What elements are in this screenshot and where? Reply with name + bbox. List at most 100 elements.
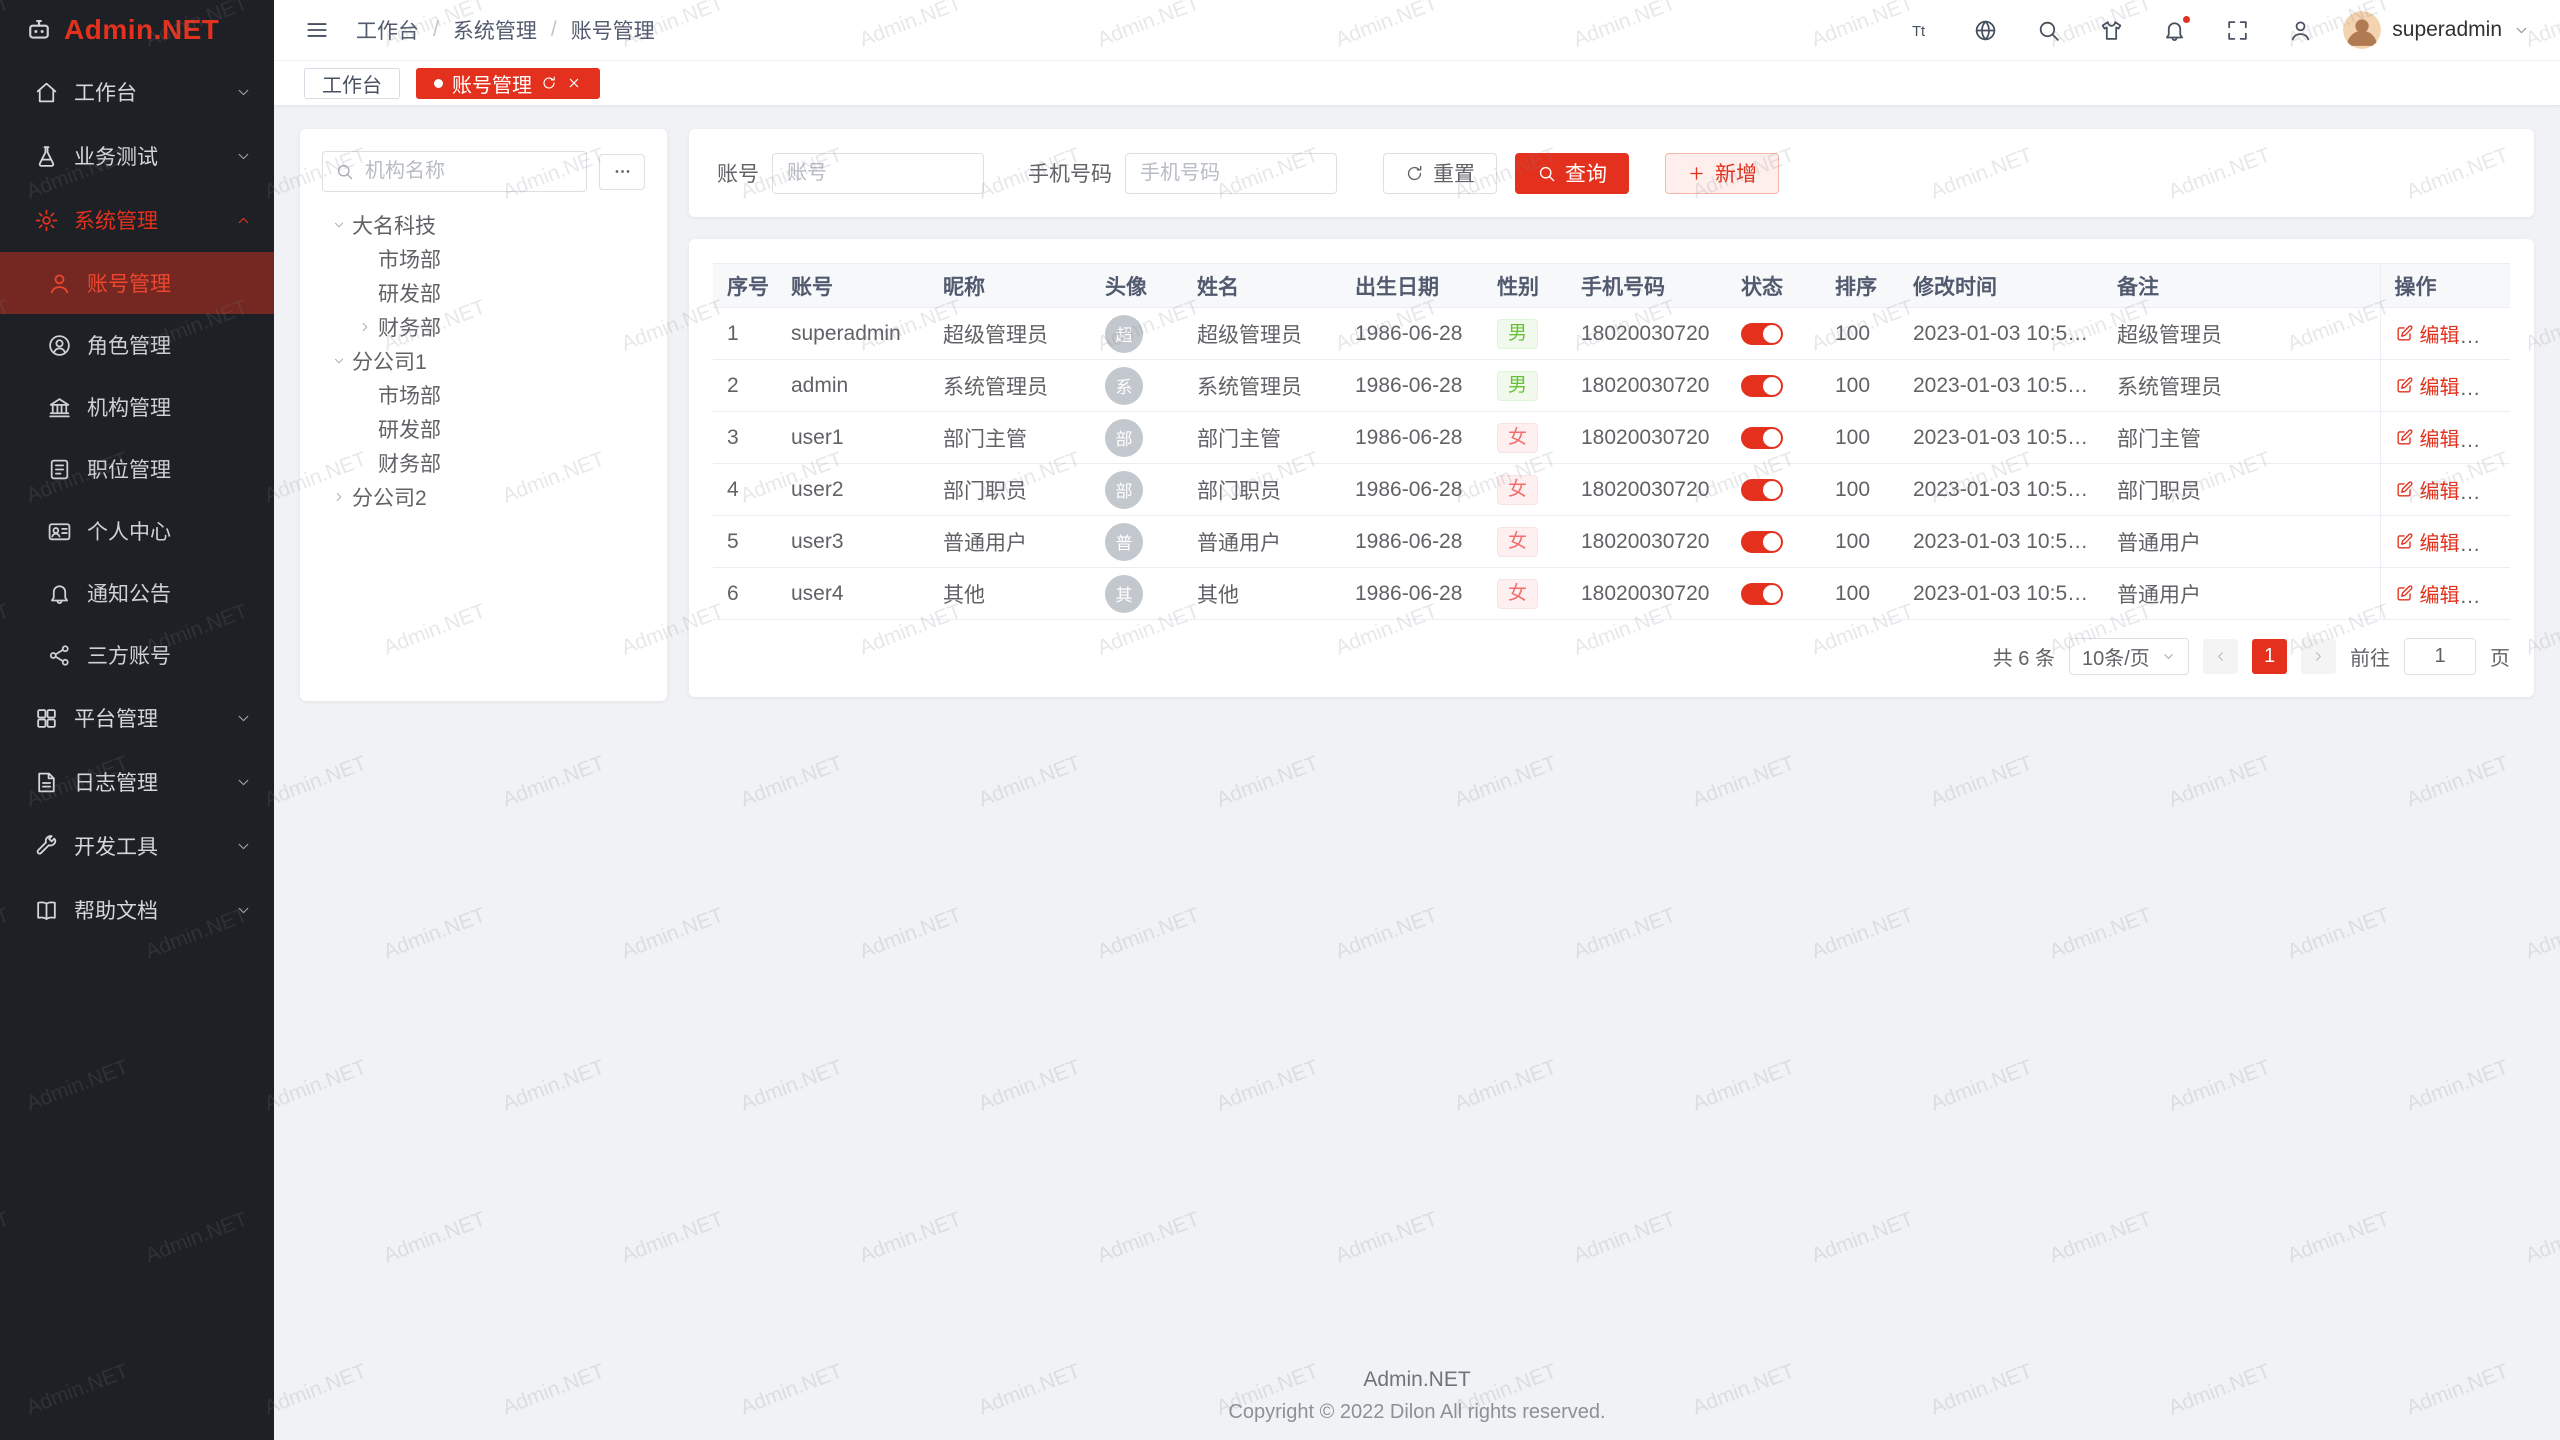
- sidebar-item-label: 系统管理: [74, 205, 235, 235]
- sidebar-item-business-test[interactable]: 业务测试: [0, 124, 274, 188]
- close-icon[interactable]: [566, 75, 582, 91]
- fullscreen-icon[interactable]: [2225, 18, 2250, 43]
- phone-input[interactable]: [1125, 153, 1337, 194]
- edit-icon: [2395, 584, 2414, 603]
- breadcrumb-item[interactable]: 系统管理: [453, 15, 537, 45]
- sidebar-item-workbench[interactable]: 工作台: [0, 60, 274, 124]
- tree-node[interactable]: 分公司2: [322, 480, 645, 514]
- cell-phone: 18020030720: [1567, 516, 1727, 568]
- caret-right-icon[interactable]: [352, 319, 378, 335]
- add-button[interactable]: 新增: [1665, 153, 1779, 194]
- refresh-icon[interactable]: [541, 75, 557, 91]
- bell-icon[interactable]: [2162, 18, 2187, 43]
- sidebar-item-log-management[interactable]: 日志管理: [0, 750, 274, 814]
- edit-button[interactable]: 编辑: [2395, 371, 2460, 400]
- next-page-button[interactable]: [2301, 639, 2336, 674]
- breadcrumb-item[interactable]: 工作台: [356, 15, 419, 45]
- cell-operations: 编辑: [2380, 464, 2510, 516]
- cell-operations: 编辑: [2380, 568, 2510, 620]
- edit-icon: [2395, 532, 2414, 551]
- tree-node[interactable]: 市场部: [322, 378, 645, 412]
- status-toggle[interactable]: [1741, 427, 1783, 449]
- goto-page-input[interactable]: [2404, 638, 2476, 675]
- sidebar-item-personal-center[interactable]: 个人中心: [0, 500, 274, 562]
- tree-node[interactable]: 分公司1: [322, 344, 645, 378]
- user-icon[interactable]: [2288, 18, 2313, 43]
- tree-node[interactable]: 财务部: [322, 446, 645, 480]
- cell-status: [1727, 308, 1821, 360]
- sidebar-item-position-management[interactable]: 职位管理: [0, 438, 274, 500]
- page-number-current[interactable]: 1: [2252, 639, 2287, 674]
- org-search-input[interactable]: [322, 151, 587, 192]
- prev-page-button[interactable]: [2203, 639, 2238, 674]
- footer-copyright: Copyright © 2022 Dilon All rights reserv…: [274, 1401, 2560, 1424]
- sidebar-item-account-management[interactable]: 账号管理: [0, 252, 274, 314]
- column-header: 备注: [2103, 264, 2380, 308]
- account-input[interactable]: [772, 153, 984, 194]
- status-toggle[interactable]: [1741, 531, 1783, 553]
- tree-node-label: 财务部: [378, 448, 441, 478]
- caret-down-icon[interactable]: [326, 217, 352, 233]
- edit-button[interactable]: 编辑: [2395, 579, 2460, 608]
- edit-button[interactable]: 编辑: [2395, 527, 2460, 556]
- tree-node-label: 研发部: [378, 278, 441, 308]
- tree-node[interactable]: 研发部: [322, 276, 645, 310]
- tab-workbench[interactable]: 工作台: [304, 68, 400, 99]
- edit-button[interactable]: 编辑: [2395, 423, 2460, 452]
- sidebar-item-help-docs[interactable]: 帮助文档: [0, 878, 274, 942]
- theme-icon[interactable]: [2099, 18, 2124, 43]
- breadcrumb: 工作台 / 系统管理 / 账号管理: [356, 15, 655, 45]
- edit-button[interactable]: 编辑: [2395, 475, 2460, 504]
- globe-icon[interactable]: [1973, 18, 1998, 43]
- tree-node[interactable]: 财务部: [322, 310, 645, 344]
- menu-collapse-button[interactable]: [304, 17, 330, 43]
- avatar: 部: [1105, 471, 1143, 509]
- cell-nickname: 系统管理员: [929, 360, 1091, 412]
- status-toggle[interactable]: [1741, 583, 1783, 605]
- sidebar-item-notice-announcement[interactable]: 通知公告: [0, 562, 274, 624]
- app-logo[interactable]: Admin.NET: [0, 0, 274, 60]
- third-icon: [47, 643, 72, 668]
- search-button[interactable]: 查询: [1515, 153, 1629, 194]
- tree-node[interactable]: 市场部: [322, 242, 645, 276]
- font-size-icon[interactable]: Tt: [1910, 18, 1935, 43]
- sidebar-item-platform-management[interactable]: 平台管理: [0, 686, 274, 750]
- cell-account: user1: [777, 412, 929, 464]
- search-icon[interactable]: [2036, 18, 2061, 43]
- caret-down-icon[interactable]: [326, 353, 352, 369]
- sidebar-item-role-management[interactable]: 角色管理: [0, 314, 274, 376]
- username: superadmin: [2392, 18, 2502, 42]
- status-toggle[interactable]: [1741, 479, 1783, 501]
- cell-birthdate: 1986-06-28: [1341, 360, 1483, 412]
- cell-remark: 部门职员: [2103, 464, 2380, 516]
- user-avatar[interactable]: [2343, 11, 2381, 49]
- page-footer: Admin.NET Copyright © 2022 Dilon All rig…: [274, 1368, 2560, 1424]
- reset-button[interactable]: 重置: [1383, 153, 1497, 194]
- gender-tag: 女: [1497, 475, 1538, 505]
- tree-node[interactable]: 研发部: [322, 412, 645, 446]
- status-toggle[interactable]: [1741, 323, 1783, 345]
- cell-gender: 男: [1483, 360, 1567, 412]
- tab-account-management[interactable]: 账号管理: [416, 68, 600, 99]
- sidebar-item-system-management[interactable]: 系统管理: [0, 188, 274, 252]
- caret-right-icon[interactable]: [326, 489, 352, 505]
- status-toggle[interactable]: [1741, 375, 1783, 397]
- tree-more-button[interactable]: [599, 154, 645, 190]
- sidebar-item-third-party-account[interactable]: 三方账号: [0, 624, 274, 686]
- cell-nickname: 部门主管: [929, 412, 1091, 464]
- gender-tag: 女: [1497, 579, 1538, 609]
- edit-button[interactable]: 编辑: [2395, 319, 2460, 348]
- column-header: 修改时间: [1899, 264, 2103, 308]
- user-menu[interactable]: superadmin: [2343, 11, 2530, 49]
- column-header: 状态: [1727, 264, 1821, 308]
- sidebar-item-org-management[interactable]: 机构管理: [0, 376, 274, 438]
- sidebar: Admin.NET 工作台业务测试系统管理账号管理角色管理机构管理职位管理个人中…: [0, 0, 274, 1440]
- tree-node[interactable]: 大名科技: [322, 208, 645, 242]
- chevron-down-icon: [235, 84, 252, 101]
- cell-gender: 女: [1483, 516, 1567, 568]
- bell-icon: [47, 581, 72, 606]
- cell-name: 超级管理员: [1183, 308, 1341, 360]
- sidebar-item-dev-tools[interactable]: 开发工具: [0, 814, 274, 878]
- page-size-select[interactable]: 10条/页: [2069, 638, 2189, 675]
- cell-gender: 男: [1483, 308, 1567, 360]
